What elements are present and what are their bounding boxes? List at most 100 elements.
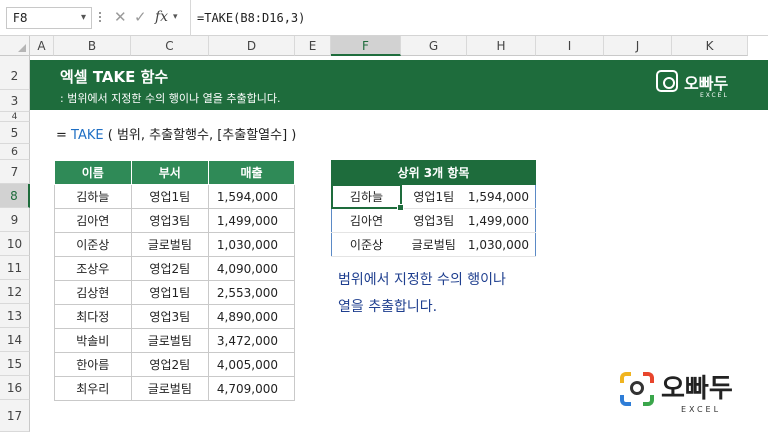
column-header-i[interactable]: I: [536, 36, 604, 56]
cell-name[interactable]: 박솔비: [54, 328, 132, 353]
column-header-b[interactable]: B: [54, 36, 131, 56]
cell-name[interactable]: 한아름: [54, 352, 132, 377]
result-cell-dept[interactable]: 글로벌팀: [400, 232, 467, 257]
table-row: 박솔비 글로벌팀 3,472,000: [54, 328, 295, 353]
cell-dept[interactable]: 글로벌팀: [130, 328, 210, 353]
banner-logo-sub: EXCEL: [700, 92, 729, 99]
column-header-c[interactable]: C: [131, 36, 209, 56]
column-header-f[interactable]: F: [331, 36, 401, 56]
table-row: 김아연 영업3팀 1,499,000: [54, 208, 295, 233]
row-header-5[interactable]: 5: [0, 122, 30, 144]
row-header-9[interactable]: 9: [0, 208, 30, 232]
table-row: 이준상 글로벌팀 1,030,000: [54, 232, 295, 257]
select-all-corner[interactable]: [0, 36, 30, 56]
oppadu-color-logo-icon: [620, 372, 654, 406]
row-header-17[interactable]: 17: [0, 400, 30, 432]
table-row: 한아름 영업2팀 4,005,000: [54, 352, 295, 377]
row-header-16[interactable]: 16: [0, 376, 30, 400]
cell-sales[interactable]: 1,030,000: [208, 232, 295, 257]
drag-handle-icon[interactable]: [98, 10, 102, 26]
cell-sales[interactable]: 4,890,000: [208, 304, 295, 329]
result-cell-dept[interactable]: 영업1팀: [400, 184, 467, 209]
column-header-k[interactable]: K: [672, 36, 748, 56]
description-note: 범위에서 지정한 수의 행이나 열을 추출합니다.: [338, 267, 506, 321]
watermark-name: 오빠두: [661, 374, 733, 404]
formula-expand-icon[interactable]: ▾: [173, 12, 178, 22]
cell-sales[interactable]: 1,594,000: [208, 184, 295, 209]
column-header-j[interactable]: J: [604, 36, 672, 56]
column-header-a[interactable]: A: [30, 36, 54, 56]
table-row: 김하늘 영업1팀 1,594,000: [54, 184, 295, 209]
cell-sales[interactable]: 3,472,000: [208, 328, 295, 353]
syntax-function-name: TAKE: [71, 128, 104, 143]
cell-name[interactable]: 김아연: [54, 208, 132, 233]
cell-dept[interactable]: 영업2팀: [130, 352, 210, 377]
table-row: 조상우 영업2팀 4,090,000: [54, 256, 295, 281]
note-line-1: 범위에서 지정한 수의 행이나: [338, 272, 506, 288]
result-cell-name[interactable]: 김아연: [331, 208, 401, 233]
worksheet-grid[interactable]: A B C D E F G H I J K 2 3 4 5 6 7 8 9 10…: [0, 36, 768, 432]
enter-check-icon[interactable]: ✓: [134, 8, 147, 26]
row-header-6[interactable]: 6: [0, 144, 30, 160]
cell-name[interactable]: 조상우: [54, 256, 132, 281]
row-header-4[interactable]: 4: [0, 112, 30, 122]
column-header-g[interactable]: G: [401, 36, 467, 56]
row-header-12[interactable]: 12: [0, 280, 30, 304]
result-cell-name[interactable]: 김하늘: [331, 184, 401, 209]
cell-dept[interactable]: 영업2팀: [130, 256, 210, 281]
cell-sales[interactable]: 2,553,000: [208, 280, 295, 305]
result-cell-sales[interactable]: 1,499,000: [466, 208, 536, 233]
header-name: 이름: [54, 160, 132, 185]
row-header-11[interactable]: 11: [0, 256, 30, 280]
table-row: 이준상 글로벌팀 1,030,000: [331, 232, 536, 257]
banner-logo-name: 오빠두: [684, 74, 729, 93]
table-row: 김상현 영업1팀 2,553,000: [54, 280, 295, 305]
banner-subtitle: : 범위에서 지정한 수의 행이나 열을 추출합니다.: [60, 92, 281, 105]
row-header-10[interactable]: 10: [0, 232, 30, 256]
insert-function-icon[interactable]: fx: [155, 9, 168, 25]
cell-dept[interactable]: 영업3팀: [130, 208, 210, 233]
column-header-d[interactable]: D: [209, 36, 295, 56]
table-row: 김하늘 영업1팀 1,594,000: [331, 184, 536, 209]
row-header-14[interactable]: 14: [0, 328, 30, 352]
cell-dept[interactable]: 영업1팀: [130, 184, 210, 209]
formula-input[interactable]: =TAKE(B8:D16,3): [190, 0, 305, 36]
note-line-2: 열을 추출합니다.: [338, 299, 438, 315]
cell-name[interactable]: 김상현: [54, 280, 132, 305]
source-table: 이름 부서 매출 김하늘 영업1팀 1,594,000 김아연 영업3팀 1,4…: [54, 160, 295, 401]
name-box-value: F8: [13, 11, 28, 25]
result-cell-sales[interactable]: 1,030,000: [466, 232, 536, 257]
result-table-header-row: 상위 3개 항목: [331, 160, 536, 185]
table-row: 김아연 영업3팀 1,499,000: [331, 208, 536, 233]
row-header-15[interactable]: 15: [0, 352, 30, 376]
table-row: 최다정 영업3팀 4,890,000: [54, 304, 295, 329]
column-header-h[interactable]: H: [467, 36, 536, 56]
cancel-icon[interactable]: ✕: [114, 8, 127, 26]
column-header-e[interactable]: E: [295, 36, 331, 56]
source-table-header-row: 이름 부서 매출: [54, 160, 295, 185]
row-header-7[interactable]: 7: [0, 160, 30, 184]
cell-name[interactable]: 이준상: [54, 232, 132, 257]
result-cell-dept[interactable]: 영업3팀: [400, 208, 467, 233]
cell-sales[interactable]: 1,499,000: [208, 208, 295, 233]
cell-name[interactable]: 김하늘: [54, 184, 132, 209]
cell-name[interactable]: 최다정: [54, 304, 132, 329]
cell-sales[interactable]: 4,005,000: [208, 352, 295, 377]
cell-dept[interactable]: 글로벌팀: [130, 376, 210, 401]
result-cell-sales[interactable]: 1,594,000: [466, 184, 536, 209]
row-header-2[interactable]: 2: [0, 56, 30, 90]
row-header-3[interactable]: 3: [0, 90, 30, 112]
row-header-13[interactable]: 13: [0, 304, 30, 328]
cell-dept[interactable]: 영업1팀: [130, 280, 210, 305]
formula-bar: F8 ▾ ✕ ✓ fx ▾ =TAKE(B8:D16,3): [0, 0, 768, 36]
cell-name[interactable]: 최우리: [54, 376, 132, 401]
cell-dept[interactable]: 글로벌팀: [130, 232, 210, 257]
result-header: 상위 3개 항목: [331, 160, 536, 185]
cell-dept[interactable]: 영업3팀: [130, 304, 210, 329]
cell-sales[interactable]: 4,709,000: [208, 376, 295, 401]
result-cell-name[interactable]: 이준상: [331, 232, 401, 257]
name-box-dropdown-icon[interactable]: ▾: [81, 8, 86, 28]
cell-sales[interactable]: 4,090,000: [208, 256, 295, 281]
name-box[interactable]: F8 ▾: [6, 7, 92, 29]
row-header-8[interactable]: 8: [0, 184, 30, 208]
